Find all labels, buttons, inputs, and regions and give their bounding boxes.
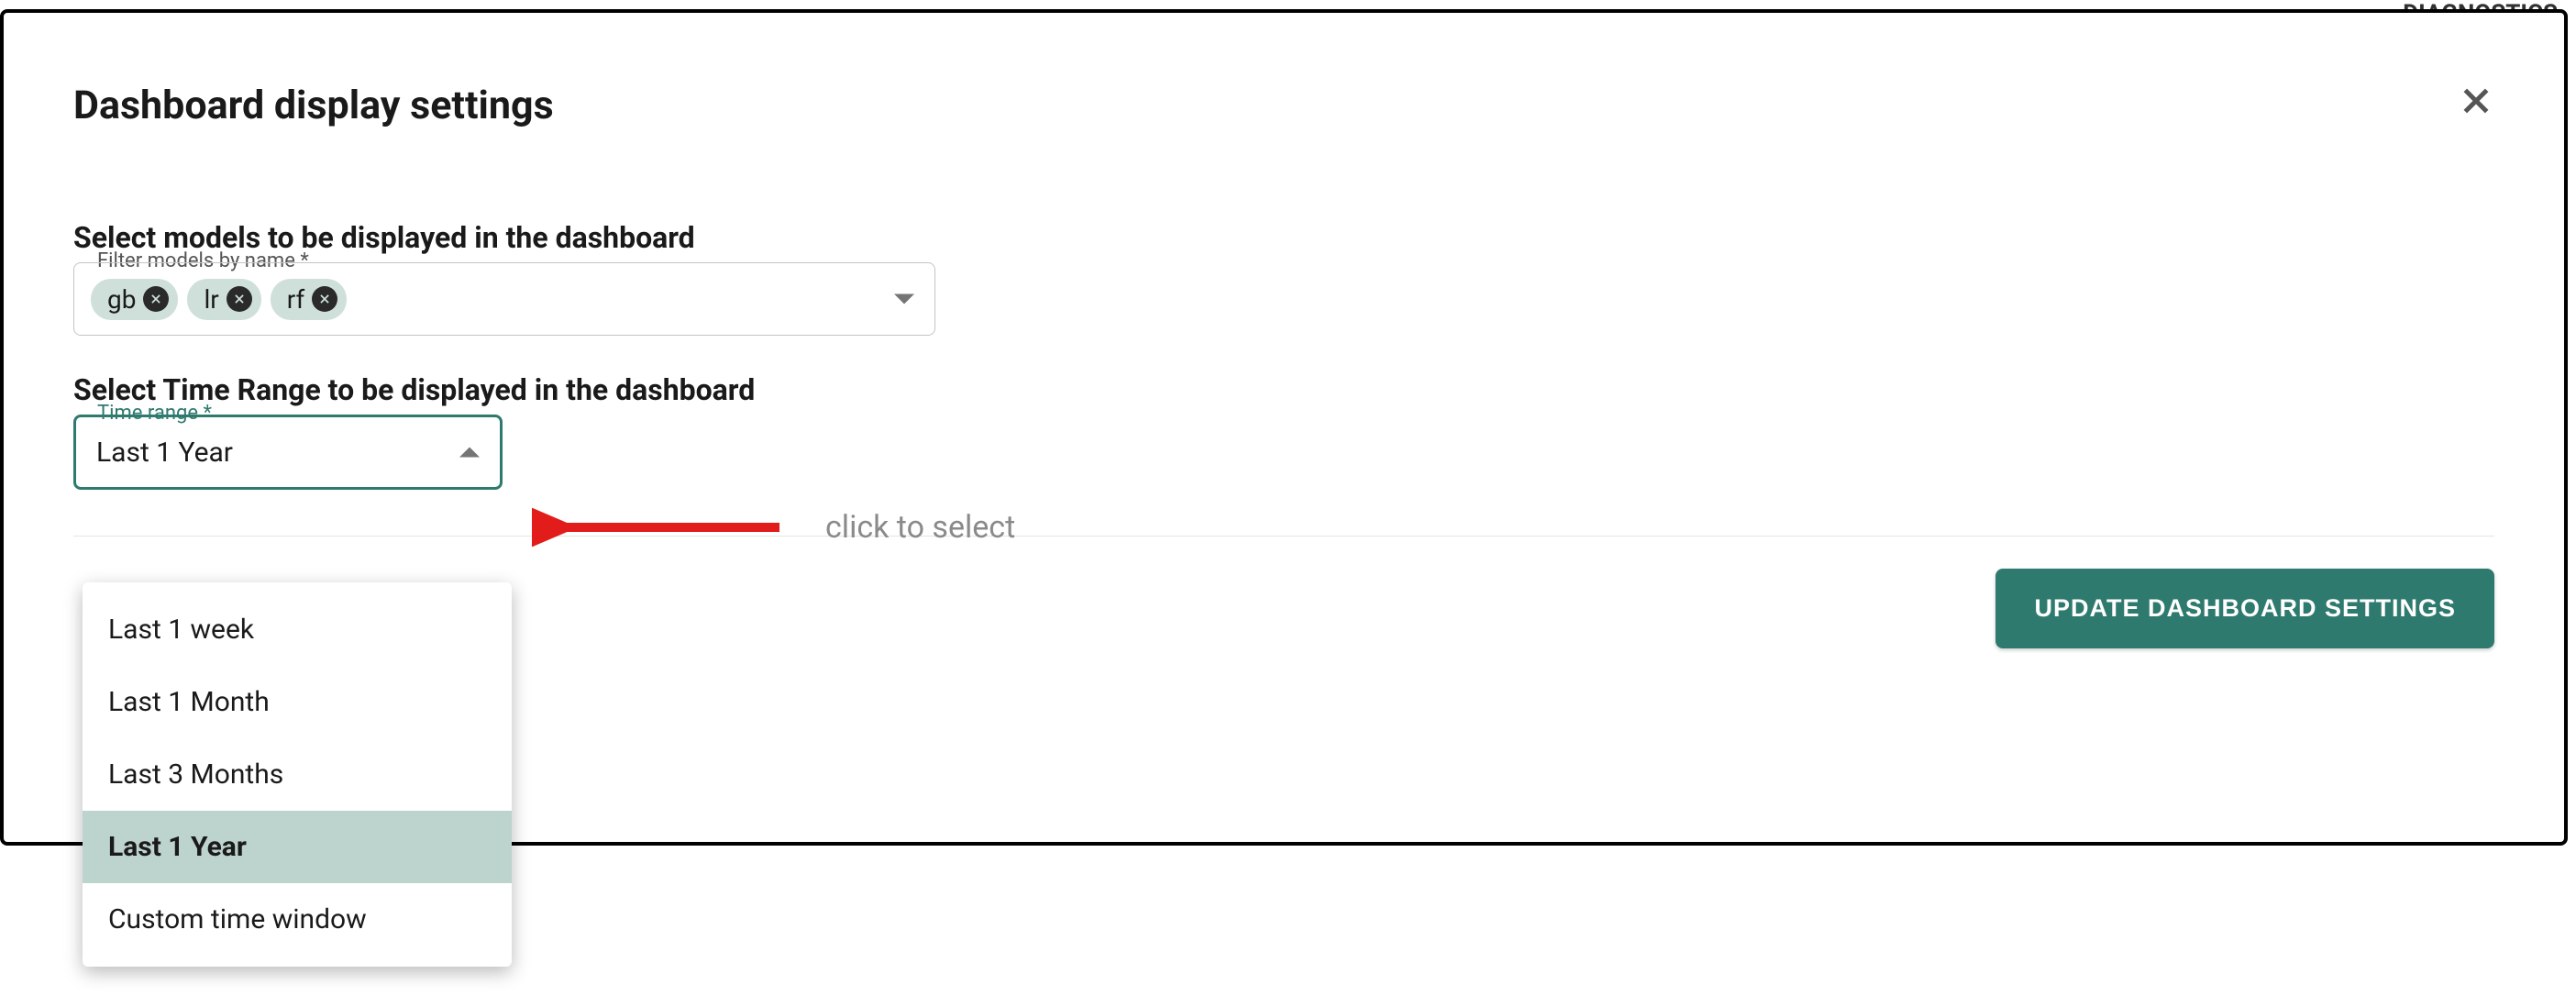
chip-remove-icon[interactable]	[143, 286, 169, 312]
annotation-text: click to select	[825, 509, 1015, 546]
modal-title: Dashboard display settings	[73, 83, 554, 128]
chip-remove-icon[interactable]	[227, 286, 252, 312]
chip-label: lr	[204, 284, 218, 315]
models-section: Select models to be displayed in the das…	[73, 220, 2494, 336]
chip-label: gb	[107, 284, 136, 315]
timerange-option-last-1-week[interactable]: Last 1 week	[83, 593, 512, 666]
model-chip-rf: rf	[271, 279, 347, 320]
timerange-select[interactable]: Last 1 Year	[73, 415, 503, 490]
modal-header: Dashboard display settings	[73, 83, 2494, 128]
chip-label: rf	[287, 284, 304, 315]
annotation-callout: click to select	[532, 500, 1015, 555]
timerange-option-last-1-year[interactable]: Last 1 Year	[83, 811, 512, 883]
update-settings-button[interactable]: UPDATE DASHBOARD SETTINGS	[1996, 569, 2494, 648]
section-divider	[73, 536, 2494, 537]
chip-remove-icon[interactable]	[312, 286, 337, 312]
models-section-label: Select models to be displayed in the das…	[73, 220, 2494, 255]
timerange-selected-value: Last 1 Year	[96, 437, 233, 469]
timerange-section: Select Time Range to be displayed in the…	[73, 372, 2494, 490]
timerange-dropdown-menu: Last 1 week Last 1 Month Last 3 Months L…	[83, 582, 512, 967]
models-multiselect[interactable]: gb lr rf	[73, 262, 935, 336]
close-icon[interactable]	[2458, 83, 2494, 119]
arrow-left-icon	[532, 500, 789, 555]
timerange-option-custom[interactable]: Custom time window	[83, 883, 512, 956]
model-chip-gb: gb	[91, 279, 178, 320]
chevron-down-icon[interactable]	[894, 294, 914, 304]
timerange-section-label: Select Time Range to be displayed in the…	[73, 372, 2494, 407]
model-chip-lr: lr	[187, 279, 260, 320]
timerange-option-last-3-months[interactable]: Last 3 Months	[83, 738, 512, 811]
timerange-option-last-1-month[interactable]: Last 1 Month	[83, 666, 512, 738]
models-field-wrapper: Filter models by name * gb lr	[73, 262, 2494, 336]
timerange-field-wrapper: Time range * Last 1 Year	[73, 415, 2494, 490]
chevron-up-icon[interactable]	[459, 448, 480, 458]
